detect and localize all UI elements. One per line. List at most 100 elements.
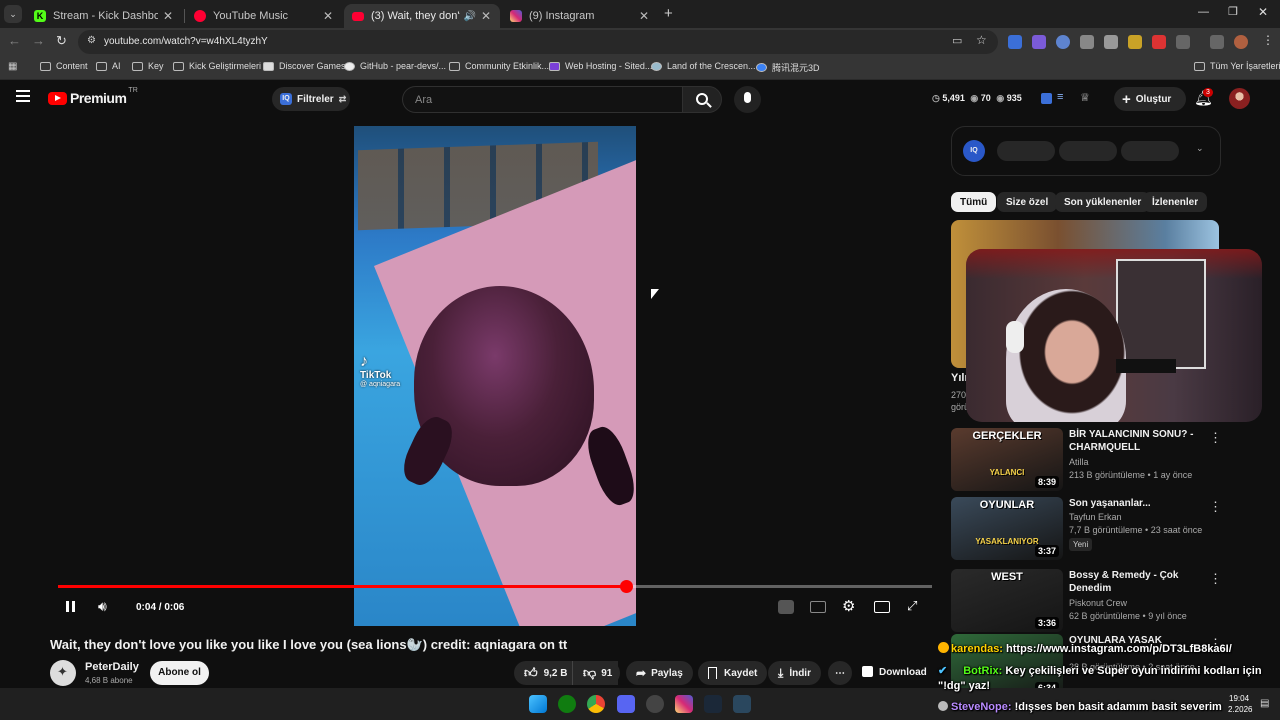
tab-instagram[interactable]: (9) Instagram ✕: [502, 4, 658, 28]
settings-gear-icon[interactable]: ⚙: [842, 597, 855, 615]
rec-channel[interactable]: Piskonut Crew: [1069, 598, 1127, 608]
close-tab-icon[interactable]: ✕: [162, 9, 174, 23]
more-options-icon[interactable]: ⋮: [1209, 430, 1222, 446]
extension-icon[interactable]: [1080, 35, 1094, 49]
apps-grid-icon[interactable]: ▦: [8, 61, 17, 72]
speaker-icon[interactable]: 🔊: [464, 11, 476, 22]
reload-icon[interactable]: ↻: [56, 33, 67, 49]
iq-pill[interactable]: [1121, 141, 1179, 161]
subtitles-icon[interactable]: [810, 601, 826, 613]
notification-center-icon[interactable]: ▤: [1260, 698, 1269, 709]
rec-channel[interactable]: Atilla: [1069, 457, 1089, 467]
chrome-icon[interactable]: [587, 695, 605, 713]
close-tab-icon[interactable]: ✕: [638, 9, 650, 23]
bookmark-folder[interactable]: Kick Geliştirmeleri: [173, 61, 261, 71]
recommendation-item[interactable]: OYUNLAR YASAKLANIYOR 3:37 Son yaşananlar…: [951, 497, 1271, 563]
recommendation-item[interactable]: WEST 3:36 Bossy & Remedy - Çok Denedim P…: [951, 569, 1271, 635]
bookmark-folder[interactable]: Key: [132, 61, 164, 71]
tab-kick-dashboard[interactable]: K Stream - Kick Dashboard ✕: [26, 4, 182, 28]
video-frame[interactable]: ♪ TikTok @ aqniagara: [354, 126, 636, 626]
chrome-menu-icon[interactable]: ⋮: [1262, 33, 1274, 47]
extension-icon[interactable]: [1056, 35, 1070, 49]
theater-mode-icon[interactable]: [874, 601, 890, 613]
hamburger-menu-icon[interactable]: [16, 90, 30, 102]
instagram-app-icon[interactable]: [675, 695, 693, 713]
bookmark-link[interactable]: Discover Games: [263, 61, 346, 71]
trophy-icon[interactable]: ♕: [1080, 91, 1090, 104]
all-bookmarks-folder[interactable]: Tüm Yer İşaretleri: [1194, 61, 1280, 71]
rec-thumbnail[interactable]: GERÇEKLER YALANCI 8:39: [951, 428, 1063, 491]
account-avatar[interactable]: [1229, 88, 1250, 109]
close-window-button[interactable]: ✕: [1258, 5, 1268, 19]
close-tab-icon[interactable]: ✕: [480, 9, 492, 23]
tab-current-video[interactable]: (3) Wait, they don't love yo 🔊 ✕: [344, 4, 500, 28]
tab-youtube-music[interactable]: YouTube Music ✕: [186, 4, 342, 28]
extension-icon[interactable]: [1104, 35, 1118, 49]
extension-icon[interactable]: [1128, 35, 1142, 49]
search-button[interactable]: [682, 86, 722, 113]
chevron-down-icon[interactable]: ⌄: [1196, 143, 1204, 154]
rec-channel[interactable]: Tayfun Erkan: [1069, 512, 1122, 522]
reading-list-icon[interactable]: [1210, 35, 1224, 49]
xbox-icon[interactable]: [558, 695, 576, 713]
scrubber-handle[interactable]: [620, 580, 634, 593]
new-tab-button[interactable]: +: [664, 5, 673, 22]
back-icon[interactable]: ←: [8, 33, 21, 48]
recommendation-item[interactable]: GERÇEKLER YALANCI 8:39 BİR YALANCININ SO…: [951, 428, 1271, 494]
more-options-icon[interactable]: ⋮: [1209, 499, 1222, 515]
close-tab-icon[interactable]: ✕: [322, 9, 334, 23]
steam-icon[interactable]: [733, 695, 751, 713]
chip-watched[interactable]: İzlenenler: [1143, 192, 1208, 212]
rec-title[interactable]: Son yaşananlar...: [1069, 497, 1209, 510]
site-info-icon[interactable]: ⚙: [87, 35, 96, 46]
chip-recent[interactable]: Son yüklenenler: [1055, 192, 1151, 212]
extension-icon[interactable]: [1008, 35, 1022, 49]
bookmark-folder[interactable]: Content: [40, 61, 88, 71]
download-extension-button[interactable]: Download: [862, 666, 927, 678]
rec-title[interactable]: BİR YALANCININ SONU? - CHARMQUELL: [1069, 428, 1209, 454]
extension-icon[interactable]: [1032, 35, 1046, 49]
steam-icon[interactable]: [704, 695, 722, 713]
more-actions-button[interactable]: ⋯: [828, 661, 852, 685]
create-button[interactable]: + Oluştur: [1114, 87, 1186, 111]
rec-thumbnail[interactable]: OYUNLAR YASAKLANIYOR 3:37: [951, 497, 1063, 560]
restore-button[interactable]: ❐: [1228, 5, 1238, 18]
iq-ext-icon[interactable]: [1041, 93, 1052, 104]
clock-time[interactable]: 19:04: [1229, 694, 1249, 703]
voice-search-button[interactable]: [734, 86, 761, 113]
address-bar[interactable]: ⚙ youtube.com/watch?v=w4hXL4tyzhY ▭ ☆: [78, 30, 998, 54]
bookmark-link[interactable]: 腾讯混元3D: [756, 61, 820, 74]
github-desktop-icon[interactable]: [646, 695, 664, 713]
bookmark-folder[interactable]: AI: [96, 61, 121, 71]
iq-pill[interactable]: [997, 141, 1055, 161]
share-button[interactable]: ➦ Paylaş: [626, 661, 693, 685]
chip-all[interactable]: Tümü: [951, 192, 997, 212]
subscribe-button[interactable]: Abone ol: [150, 661, 209, 685]
minimize-button[interactable]: —: [1198, 6, 1209, 18]
fullscreen-icon[interactable]: ⤢: [907, 598, 917, 614]
volume-icon[interactable]: 🔊︎: [98, 598, 107, 615]
bookmark-star-icon[interactable]: ☆: [976, 33, 987, 47]
iq-player-button[interactable]: [778, 600, 794, 614]
filters-button[interactable]: IQ Filtreler ⇄: [272, 87, 350, 111]
clock-date[interactable]: 2.2026: [1228, 705, 1252, 714]
pause-button[interactable]: [66, 601, 75, 615]
bookmark-link[interactable]: GitHub - pear-devs/...: [344, 61, 446, 71]
save-button[interactable]: Kaydet: [698, 661, 768, 685]
bookmark-folder[interactable]: Community Etkinlik...: [449, 61, 549, 71]
more-options-icon[interactable]: ⋮: [1209, 571, 1222, 587]
list-icon[interactable]: ≡: [1057, 91, 1063, 103]
profile-avatar[interactable]: [1234, 35, 1248, 49]
cast-icon[interactable]: ▭: [952, 34, 962, 47]
extensions-puzzle-icon[interactable]: [1176, 35, 1190, 49]
windows-start-icon[interactable]: [529, 695, 547, 713]
chip-for-you[interactable]: Size özel: [997, 192, 1058, 212]
iq-pill[interactable]: [1059, 141, 1117, 161]
discord-icon[interactable]: [617, 695, 635, 713]
bookmark-link[interactable]: Land of the Crescen...: [651, 61, 756, 71]
bookmark-link[interactable]: Web Hosting - Sited...: [549, 61, 652, 71]
progress-bar[interactable]: [58, 580, 932, 593]
channel-avatar[interactable]: ✦: [50, 660, 76, 686]
channel-name[interactable]: PeterDaily: [85, 661, 139, 673]
download-button[interactable]: ⤓ İndir: [768, 661, 821, 685]
